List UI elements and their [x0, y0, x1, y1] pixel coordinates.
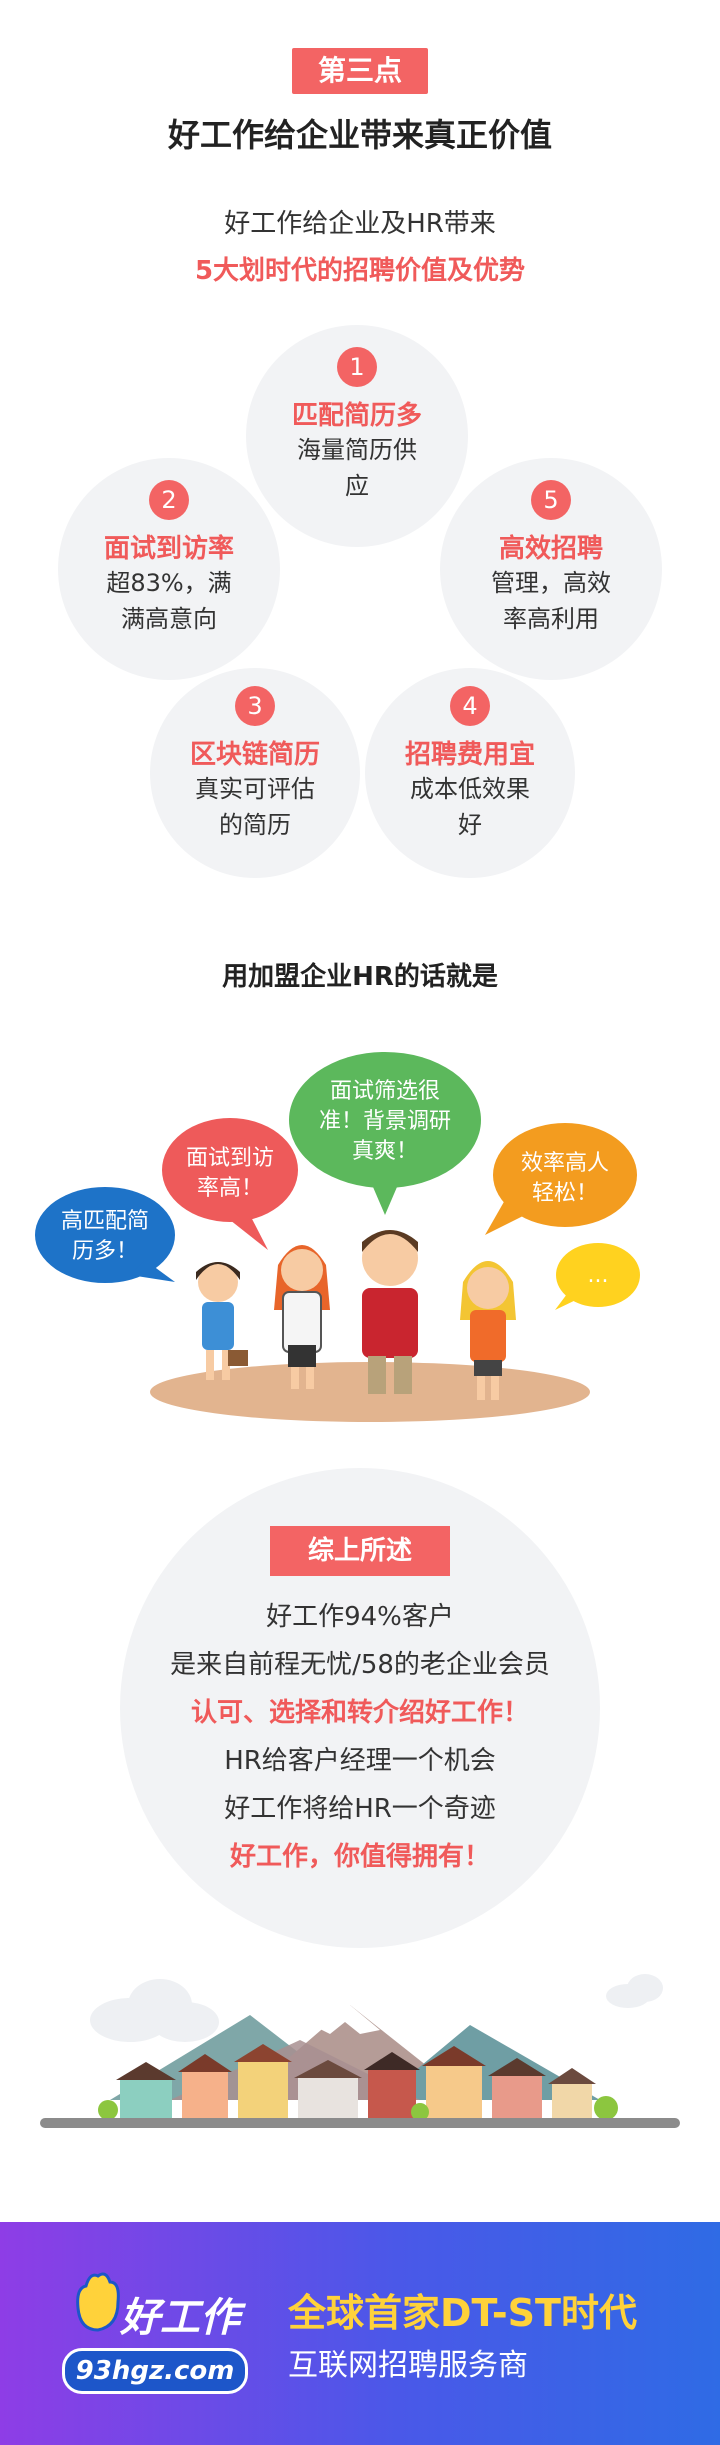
hr-heading: 用加盟企业HR的话就是 [222, 962, 498, 992]
footer-slogan-2: 互联网招聘服务商 [288, 2348, 528, 2383]
value-bubble-4: 4 招聘费用宜 成本低效果 好 [365, 668, 575, 878]
road [40, 2118, 680, 2128]
bubble-text: 真爽！ [352, 1139, 418, 1164]
value-number-badge: 2 [149, 480, 189, 520]
value-text-line: 好 [458, 811, 482, 839]
speech-bubble-orange: 效率高人 轻松！ [485, 1123, 637, 1235]
value-title: 面试到访率 [103, 534, 234, 564]
intro-line-2: 5大划时代的招聘价值及优势 [194, 256, 526, 286]
speech-bubble-green: 面试筛选很 准！背景调研 真爽！ [289, 1052, 481, 1215]
speech-bubble-yellow: ... [555, 1243, 640, 1310]
logo-url: 93hgz.com [62, 2348, 248, 2394]
summary-line: 好工作将给HR一个奇迹 [224, 1794, 496, 1824]
hr-illustration: 高匹配简 历多！ 面试到访 率高！ 面试筛选很 准！背景调研 真爽！ 效率高人 … [35, 1052, 640, 1422]
person-icon [196, 1262, 248, 1380]
section-title: 好工作给企业带来真正价值 [167, 116, 552, 154]
summary-highlight: 好工作，你值得拥有！ [229, 1842, 490, 1872]
intro-line-1: 好工作给企业及HR带来 [224, 209, 496, 239]
value-number-badge: 3 [235, 686, 275, 726]
value-bubble-3: 3 区块链简历 真实可评估 的简历 [150, 668, 360, 878]
value-number-badge: 4 [450, 686, 490, 726]
logo-name: 好工作 [120, 2295, 240, 2341]
bubble-text: 效率高人 [521, 1151, 609, 1176]
bubble-text: 轻松！ [532, 1181, 598, 1206]
value-text-line: 应 [345, 472, 369, 500]
summary-line: 好工作94%客户 [266, 1602, 454, 1632]
value-title: 区块链简历 [189, 740, 320, 770]
section-tag: 第三点 [292, 48, 428, 94]
value-bubble-1: 1 匹配简历多 海量简历供 应 [246, 325, 468, 547]
value-text-line: 真实可评估 [195, 775, 315, 803]
value-number-badge: 1 [337, 347, 377, 387]
value-title: 匹配简历多 [291, 401, 422, 431]
value-text-line: 超83%，满 [106, 569, 232, 597]
logo-hand-icon [76, 2272, 120, 2332]
value-text-line: 的简历 [219, 811, 291, 839]
summary-line: HR给客户经理一个机会 [224, 1746, 496, 1776]
summary-tag: 综上所述 [270, 1526, 450, 1576]
bubble-text: 高匹配简 [61, 1209, 149, 1234]
bubble-text: 历多！ [72, 1239, 138, 1264]
footer-slogan-1: 全球首家DT-ST时代 [288, 2291, 637, 2335]
value-text-line: 成本低效果 [410, 775, 530, 803]
value-bubble-2: 2 面试到访率 超83%，满 满高意向 [58, 458, 280, 680]
summary-highlight: 认可、选择和转介绍好工作！ [190, 1698, 529, 1728]
value-text-line: 满高意向 [121, 605, 217, 633]
bubble-text: 面试到访 [186, 1146, 274, 1171]
value-title: 高效招聘 [498, 534, 603, 564]
cloud-icon [90, 1979, 219, 2042]
value-number-badge: 5 [531, 480, 571, 520]
value-text-line: 率高利用 [503, 605, 599, 633]
speech-bubble-red: 面试到访 率高！ [162, 1118, 298, 1250]
town-illustration [40, 1974, 680, 2128]
value-bubble-5: 5 高效招聘 管理，高效 率高利用 [440, 458, 662, 680]
cloud-icon [606, 1974, 663, 2008]
bubble-text: ... [588, 1263, 609, 1288]
value-text-line: 管理，高效 [491, 569, 611, 597]
summary-line: 是来自前程无忧/58的老企业会员 [170, 1650, 550, 1680]
bubble-text: 率高！ [197, 1176, 263, 1201]
bubble-text: 面试筛选很 [330, 1079, 440, 1104]
value-title: 招聘费用宜 [404, 740, 535, 770]
speech-bubble-blue: 高匹配简 历多！ [35, 1187, 175, 1283]
value-text-line: 海量简历供 [297, 436, 417, 464]
bubble-text: 准！背景调研 [319, 1109, 451, 1134]
